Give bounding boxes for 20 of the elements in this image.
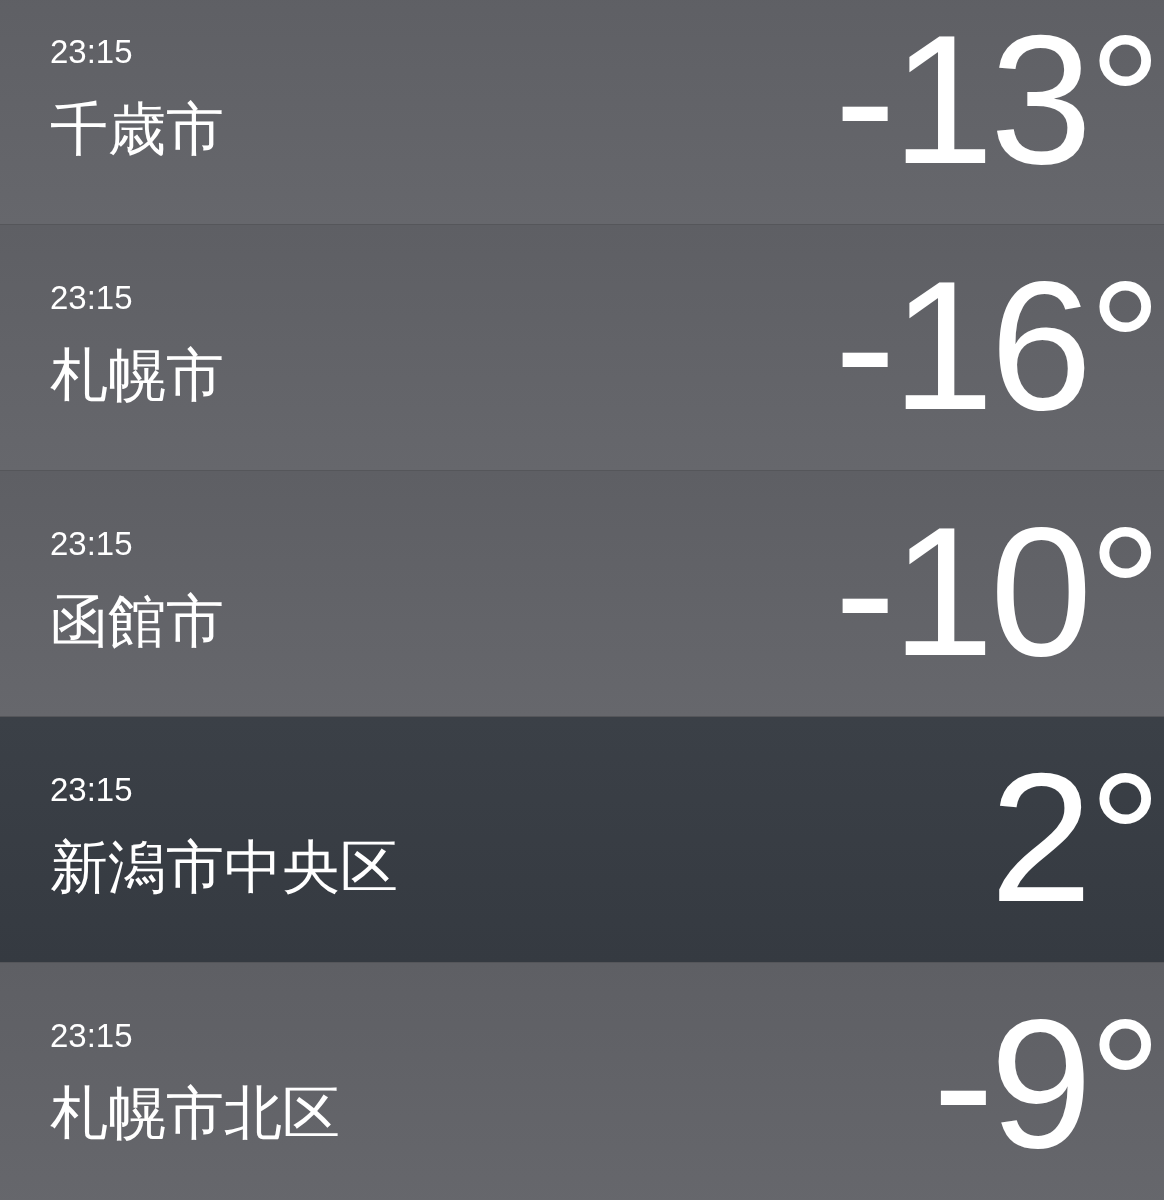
- location-row[interactable]: 23:15 札幌市北区 -9°: [0, 963, 1164, 1200]
- time-label: 23:15: [50, 35, 134, 68]
- city-name: 札幌市: [50, 346, 224, 404]
- temperature-value: -16°: [834, 253, 1158, 437]
- temperature-value: -9°: [932, 991, 1158, 1175]
- location-row[interactable]: 23:15 札幌市 -16°: [0, 225, 1164, 471]
- location-row[interactable]: 23:15 新潟市中央区 2°: [0, 717, 1164, 963]
- time-label: 23:15: [50, 773, 134, 806]
- temperature-value: -13°: [834, 7, 1158, 191]
- temperature-value: 2°: [990, 745, 1158, 929]
- city-name: 千歳市: [50, 100, 224, 158]
- city-name: 新潟市中央区: [50, 838, 398, 896]
- location-row[interactable]: 23:15 函館市 -10°: [0, 471, 1164, 717]
- city-name: 札幌市北区: [50, 1084, 340, 1142]
- time-label: 23:15: [50, 527, 134, 560]
- time-label: 23:15: [50, 1019, 134, 1052]
- city-name: 函館市: [50, 592, 224, 650]
- location-row[interactable]: 23:15 千歳市 -13°: [0, 0, 1164, 225]
- time-label: 23:15: [50, 281, 134, 314]
- temperature-value: -10°: [834, 499, 1158, 683]
